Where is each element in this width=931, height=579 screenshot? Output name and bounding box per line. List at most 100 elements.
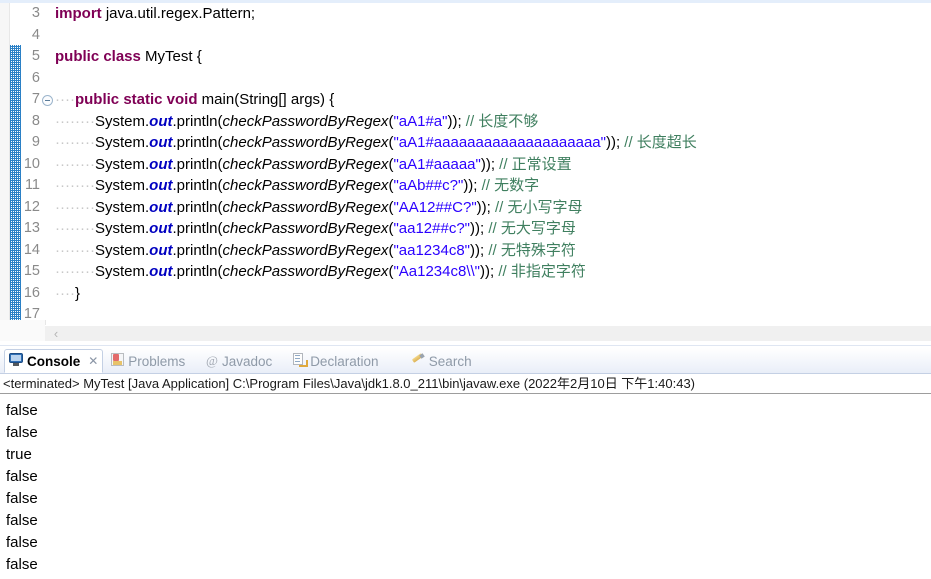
code-token-plain: System. xyxy=(94,112,150,130)
code-token-method: checkPasswordByRegex xyxy=(222,241,389,259)
code-token-plain: )); xyxy=(447,112,466,130)
code-token-plain: main(String[] args) { xyxy=(197,91,335,108)
line-number: 5 xyxy=(31,48,40,64)
tab-label: Search xyxy=(428,353,472,369)
console-output-area[interactable]: false false true false false false false false xyxy=(0,394,931,576)
code-token-plain: System. xyxy=(94,134,150,151)
code-token-str: "aA1#aaaaaaaaaaaaaaaaaaaa" xyxy=(393,134,606,151)
code-line[interactable]: 17 xyxy=(0,304,931,326)
code-line-text: ········System.out.println(checkPassword… xyxy=(55,240,576,262)
code-token-str: "Aa1234c8\\" xyxy=(393,263,480,280)
code-token-cmt: // 无特殊字符 xyxy=(488,241,576,259)
code-line[interactable]: 9 ········System.out.println(checkPasswor… xyxy=(0,132,931,154)
code-line-text: ····public static void main(String[] arg… xyxy=(55,89,334,111)
code-line[interactable]: 15 ········System.out.println(checkPasswo… xyxy=(0,261,931,283)
code-token-field: out xyxy=(149,220,173,237)
code-token-plain: MyTest { xyxy=(140,48,202,65)
view-tab-bar[interactable]: Console ✕ Problems @ Javadoc Declaration Searc… xyxy=(0,348,931,374)
code-line-text: ····} xyxy=(55,283,80,305)
console-output-line: true xyxy=(6,446,32,463)
tab-label: Javadoc xyxy=(221,353,273,369)
code-token-field: out xyxy=(149,177,173,194)
code-token-field: out xyxy=(149,134,173,151)
code-token-plain: .println( xyxy=(172,134,223,151)
code-line[interactable]: 6 xyxy=(0,68,931,90)
editor-horizontal-scrollbar[interactable]: ‹ xyxy=(45,325,931,342)
code-token-field: out xyxy=(149,112,173,130)
java-code-editor[interactable]: 3 import java.util.regex.Pattern; 4 5 public… xyxy=(0,3,931,333)
line-number: 13 xyxy=(23,220,40,236)
code-line[interactable]: 14 ········System.out.println(checkPasswo… xyxy=(0,240,931,262)
code-token-plain: )); xyxy=(605,134,625,151)
indent-guide-dots: ········ xyxy=(55,241,95,259)
code-token-plain: )); xyxy=(463,177,482,194)
line-number: 4 xyxy=(31,26,40,43)
code-token-cmt: // 长度超长 xyxy=(624,134,697,151)
code-token-plain: System. xyxy=(94,198,150,216)
code-line-text: ········System.out.println(checkPassword… xyxy=(55,154,572,176)
code-token-kw: public static void xyxy=(74,91,198,108)
tab-problems[interactable]: Problems xyxy=(107,349,189,373)
tab-close-icon[interactable]: ✕ xyxy=(88,354,98,368)
tab-declaration[interactable]: Declaration xyxy=(289,349,382,373)
code-line-text: import java.util.regex.Pattern; xyxy=(55,3,255,25)
line-number: 8 xyxy=(31,112,40,129)
code-line-text: ········System.out.println(checkPassword… xyxy=(55,175,539,197)
code-line-text: ········System.out.println(checkPassword… xyxy=(55,132,697,154)
code-token-plain: System. xyxy=(94,241,150,259)
search-pencil-icon xyxy=(411,353,425,369)
code-token-plain: .println( xyxy=(172,241,223,259)
indent-guide-dots: ········ xyxy=(55,220,95,237)
code-token-plain: System. xyxy=(94,155,150,173)
indent-guide-dots: ········ xyxy=(55,198,95,216)
line-number: 16 xyxy=(23,284,40,301)
code-line[interactable]: 7 ····public static void main(String[] ar… xyxy=(0,89,931,111)
code-token-cmt: // 无大写字母 xyxy=(488,220,576,237)
code-line-text: ········System.out.println(checkPassword… xyxy=(55,261,586,283)
editor-bottom-edge xyxy=(0,341,931,346)
tab-console[interactable]: Console ✕ xyxy=(4,349,104,373)
indent-guide-dots: ········ xyxy=(55,112,95,130)
code-token-str: "AA12##C?" xyxy=(393,198,477,216)
indent-guide-dots: ········ xyxy=(55,134,95,151)
code-token-str: "aa1234c8" xyxy=(393,241,470,259)
line-number: 14 xyxy=(23,241,40,258)
line-number: 6 xyxy=(31,69,40,86)
code-token-plain: System. xyxy=(94,263,150,280)
tab-search[interactable]: Search xyxy=(407,349,476,373)
code-line[interactable]: 11 ········System.out.println(checkPasswo… xyxy=(0,175,931,197)
console-output-line: false xyxy=(6,468,38,485)
code-token-kw: public class xyxy=(55,48,141,65)
console-terminated-process-line: <terminated> MyTest [Java Application] C… xyxy=(0,374,931,394)
code-token-plain: .println( xyxy=(172,220,223,237)
fold-collapse-icon[interactable] xyxy=(42,94,53,106)
code-token-method: checkPasswordByRegex xyxy=(222,134,389,151)
code-token-method: checkPasswordByRegex xyxy=(222,263,389,280)
code-line[interactable]: 3 import java.util.regex.Pattern; xyxy=(0,3,931,25)
tab-label: Problems xyxy=(128,353,186,369)
code-token-method: checkPasswordByRegex xyxy=(222,155,389,173)
code-line[interactable]: 16 ····} xyxy=(0,283,931,305)
code-token-plain: .println( xyxy=(172,263,223,280)
editor-scroll-corner xyxy=(0,320,46,341)
code-line[interactable]: 8 ········System.out.println(checkPasswor… xyxy=(0,111,931,133)
code-token-plain: )); xyxy=(469,220,489,237)
code-line[interactable]: 5 public class MyTest { xyxy=(0,46,931,68)
code-token-field: out xyxy=(149,241,173,259)
code-token-str: "aa12##c?" xyxy=(393,220,470,237)
code-token-plain: )); xyxy=(469,241,489,259)
code-token-method: checkPasswordByRegex xyxy=(222,220,389,237)
code-token-plain: } xyxy=(74,284,80,302)
code-token-plain: System. xyxy=(94,177,150,194)
scroll-left-arrow-icon[interactable]: ‹ xyxy=(49,326,63,342)
code-line[interactable]: 4 xyxy=(0,25,931,47)
code-line[interactable]: 13 ········System.out.println(checkPasswo… xyxy=(0,218,931,240)
code-token-method: checkPasswordByRegex xyxy=(222,198,389,216)
declaration-icon xyxy=(293,353,309,369)
code-line[interactable]: 12 ········System.out.println(checkPasswo… xyxy=(0,197,931,219)
tab-javadoc[interactable]: @ Javadoc xyxy=(202,349,276,373)
code-line[interactable]: 10 ········System.out.println(checkPasswo… xyxy=(0,154,931,176)
console-output-line: false xyxy=(6,512,38,529)
code-lines-container[interactable]: 3 import java.util.regex.Pattern; 4 5 public… xyxy=(0,3,931,322)
code-token-str: "aA1#a" xyxy=(393,112,448,130)
